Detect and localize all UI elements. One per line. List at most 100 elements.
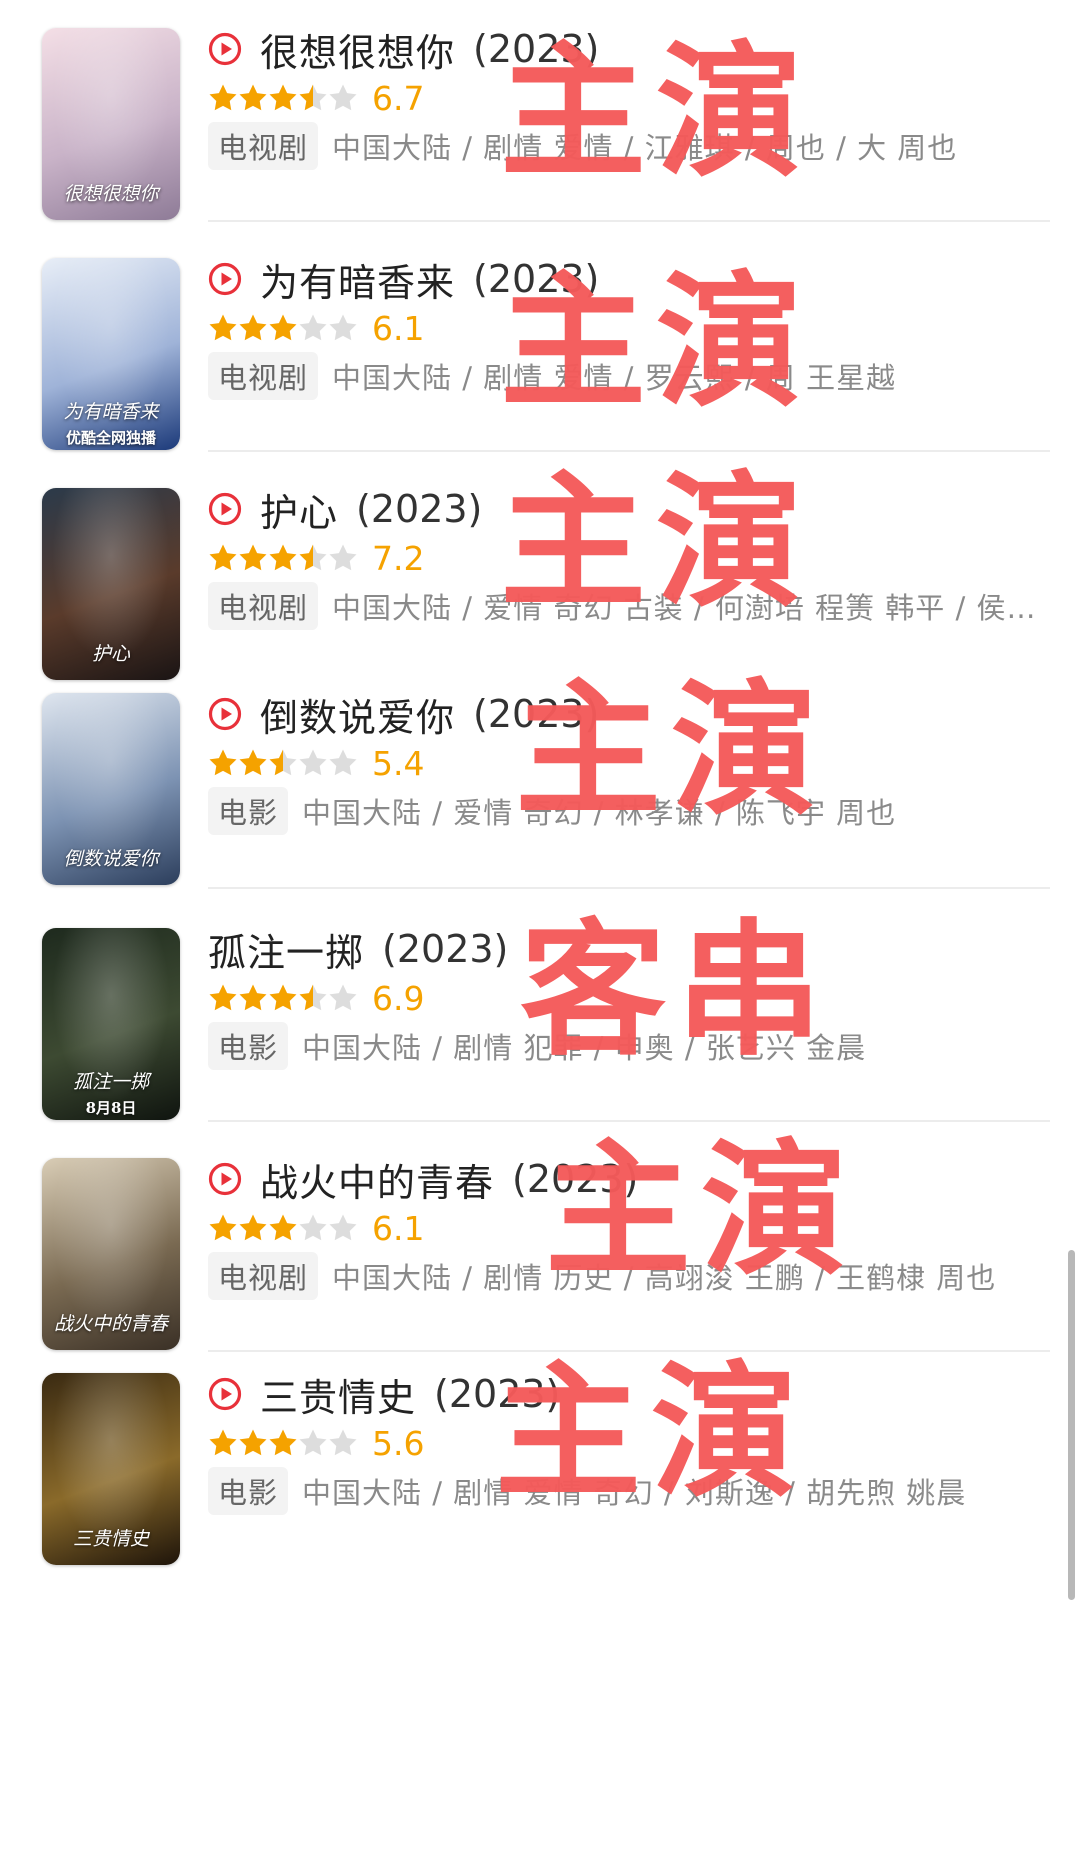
star-icon — [209, 84, 237, 111]
poster-title-art: 战火中的青春 — [53, 1313, 168, 1335]
star-rating — [208, 313, 358, 343]
rating-row: 5.6 — [208, 1423, 424, 1463]
star-icon — [269, 314, 297, 341]
star-icon — [299, 749, 327, 776]
divider — [208, 887, 1050, 889]
star-icon — [239, 544, 267, 571]
role-stamp: 主演 — [495, 1348, 807, 1518]
star-icon — [299, 544, 327, 571]
star-icon — [329, 1214, 357, 1241]
play-icon[interactable] — [208, 697, 242, 731]
poster-caption: 优酷全网独播 — [65, 429, 156, 447]
role-stamp: 主演 — [515, 666, 827, 836]
star-icon — [269, 749, 297, 776]
star-icon — [239, 314, 267, 341]
star-icon — [239, 1429, 267, 1456]
type-tag: 电影 — [208, 1467, 289, 1515]
star-icon — [209, 749, 237, 776]
role-stamp: 主演 — [500, 458, 812, 628]
poster-image[interactable]: 为有暗香来优酷全网独播 — [42, 258, 180, 450]
movie-title[interactable]: 战火中的青春 — [260, 1152, 494, 1207]
rating-row: 6.7 — [208, 78, 424, 118]
poster-title-art: 很想很想你 — [63, 183, 159, 205]
star-icon — [329, 1429, 357, 1456]
star-icon — [329, 749, 357, 776]
movie-list: 很想很想你 很想很想你 (2023) 6.7 电视剧 中国大陆 / 剧情 爱情 / 江雅琪… — [0, 0, 1080, 1865]
title-row: 护心 (2023) — [208, 482, 483, 537]
star-icon — [269, 544, 297, 571]
star-rating — [208, 983, 358, 1013]
movie-title[interactable]: 倒数说爱你 — [260, 687, 455, 742]
star-icon — [299, 314, 327, 341]
rating-score: 6.7 — [372, 78, 425, 118]
rating-row: 7.2 — [208, 538, 424, 578]
role-stamp: 主演 — [500, 28, 812, 198]
star-icon — [329, 544, 357, 571]
type-tag: 电视剧 — [208, 1252, 319, 1300]
play-icon[interactable] — [208, 492, 242, 526]
star-icon — [209, 1429, 237, 1456]
poster-title-art: 孤注一掷 — [72, 1071, 149, 1093]
star-icon — [209, 984, 237, 1011]
scrollbar[interactable] — [1068, 1250, 1075, 1600]
poster-image[interactable]: 三贵情史 — [42, 1373, 180, 1565]
star-rating — [208, 83, 358, 113]
divider — [208, 450, 1050, 452]
star-icon — [239, 984, 267, 1011]
rating-row: 6.9 — [208, 978, 424, 1018]
star-rating — [208, 1213, 358, 1243]
play-icon[interactable] — [208, 1162, 242, 1196]
role-stamp: 主演 — [500, 258, 812, 428]
poster-image[interactable]: 护心 — [42, 488, 180, 680]
star-icon — [269, 984, 297, 1011]
rating-score: 7.2 — [372, 538, 425, 578]
divider — [208, 220, 1050, 222]
star-icon — [209, 1214, 237, 1241]
type-tag: 电视剧 — [208, 352, 319, 400]
list-item[interactable]: 战火中的青春 战火中的青春 (2023) 6.1 电视剧 中国大陆 / 剧情 历史 / 高… — [0, 1157, 1080, 1358]
star-icon — [299, 84, 327, 111]
movie-title[interactable]: 三贵情史 — [260, 1367, 416, 1422]
movie-title[interactable]: 很想很想你 — [260, 22, 455, 77]
star-icon — [209, 314, 237, 341]
star-icon — [299, 1214, 327, 1241]
poster-image[interactable]: 很想很想你 — [42, 28, 180, 220]
type-tag: 电视剧 — [208, 582, 319, 630]
play-icon[interactable] — [208, 32, 242, 66]
star-icon — [269, 1214, 297, 1241]
star-icon — [329, 314, 357, 341]
rating-score: 5.6 — [372, 1423, 425, 1463]
movie-year: (2023) — [382, 927, 509, 971]
star-rating — [208, 748, 358, 778]
poster-image[interactable]: 倒数说爱你 — [42, 693, 180, 885]
star-rating — [208, 1428, 358, 1458]
star-icon — [299, 984, 327, 1011]
poster-title-art: 三贵情史 — [72, 1528, 149, 1550]
rating-row: 5.4 — [208, 743, 424, 783]
movie-title[interactable]: 护心 — [260, 482, 338, 537]
movie-title[interactable]: 为有暗香来 — [260, 252, 455, 307]
rating-score: 6.1 — [372, 308, 425, 348]
role-stamp: 主演 — [545, 1126, 857, 1296]
movie-year: (2023) — [356, 487, 483, 531]
play-icon[interactable] — [208, 1377, 242, 1411]
star-icon — [299, 1429, 327, 1456]
star-icon — [329, 984, 357, 1011]
movie-title[interactable]: 孤注一掷 — [208, 922, 364, 977]
poster-title-art: 为有暗香来 — [63, 401, 159, 423]
rating-score: 6.1 — [372, 1208, 425, 1248]
play-icon[interactable] — [208, 262, 242, 296]
rating-row: 6.1 — [208, 308, 424, 348]
star-icon — [209, 544, 237, 571]
star-icon — [239, 1214, 267, 1241]
star-icon — [329, 84, 357, 111]
type-tag: 电视剧 — [208, 122, 319, 170]
title-row: 孤注一掷 (2023) — [208, 922, 509, 977]
star-icon — [269, 1429, 297, 1456]
divider — [208, 1120, 1050, 1122]
poster-image[interactable]: 战火中的青春 — [42, 1158, 180, 1350]
rating-score: 5.4 — [372, 743, 425, 783]
star-icon — [239, 84, 267, 111]
role-stamp: 客串 — [520, 906, 832, 1076]
poster-image[interactable]: 孤注一掷 8月8日 — [42, 928, 180, 1120]
